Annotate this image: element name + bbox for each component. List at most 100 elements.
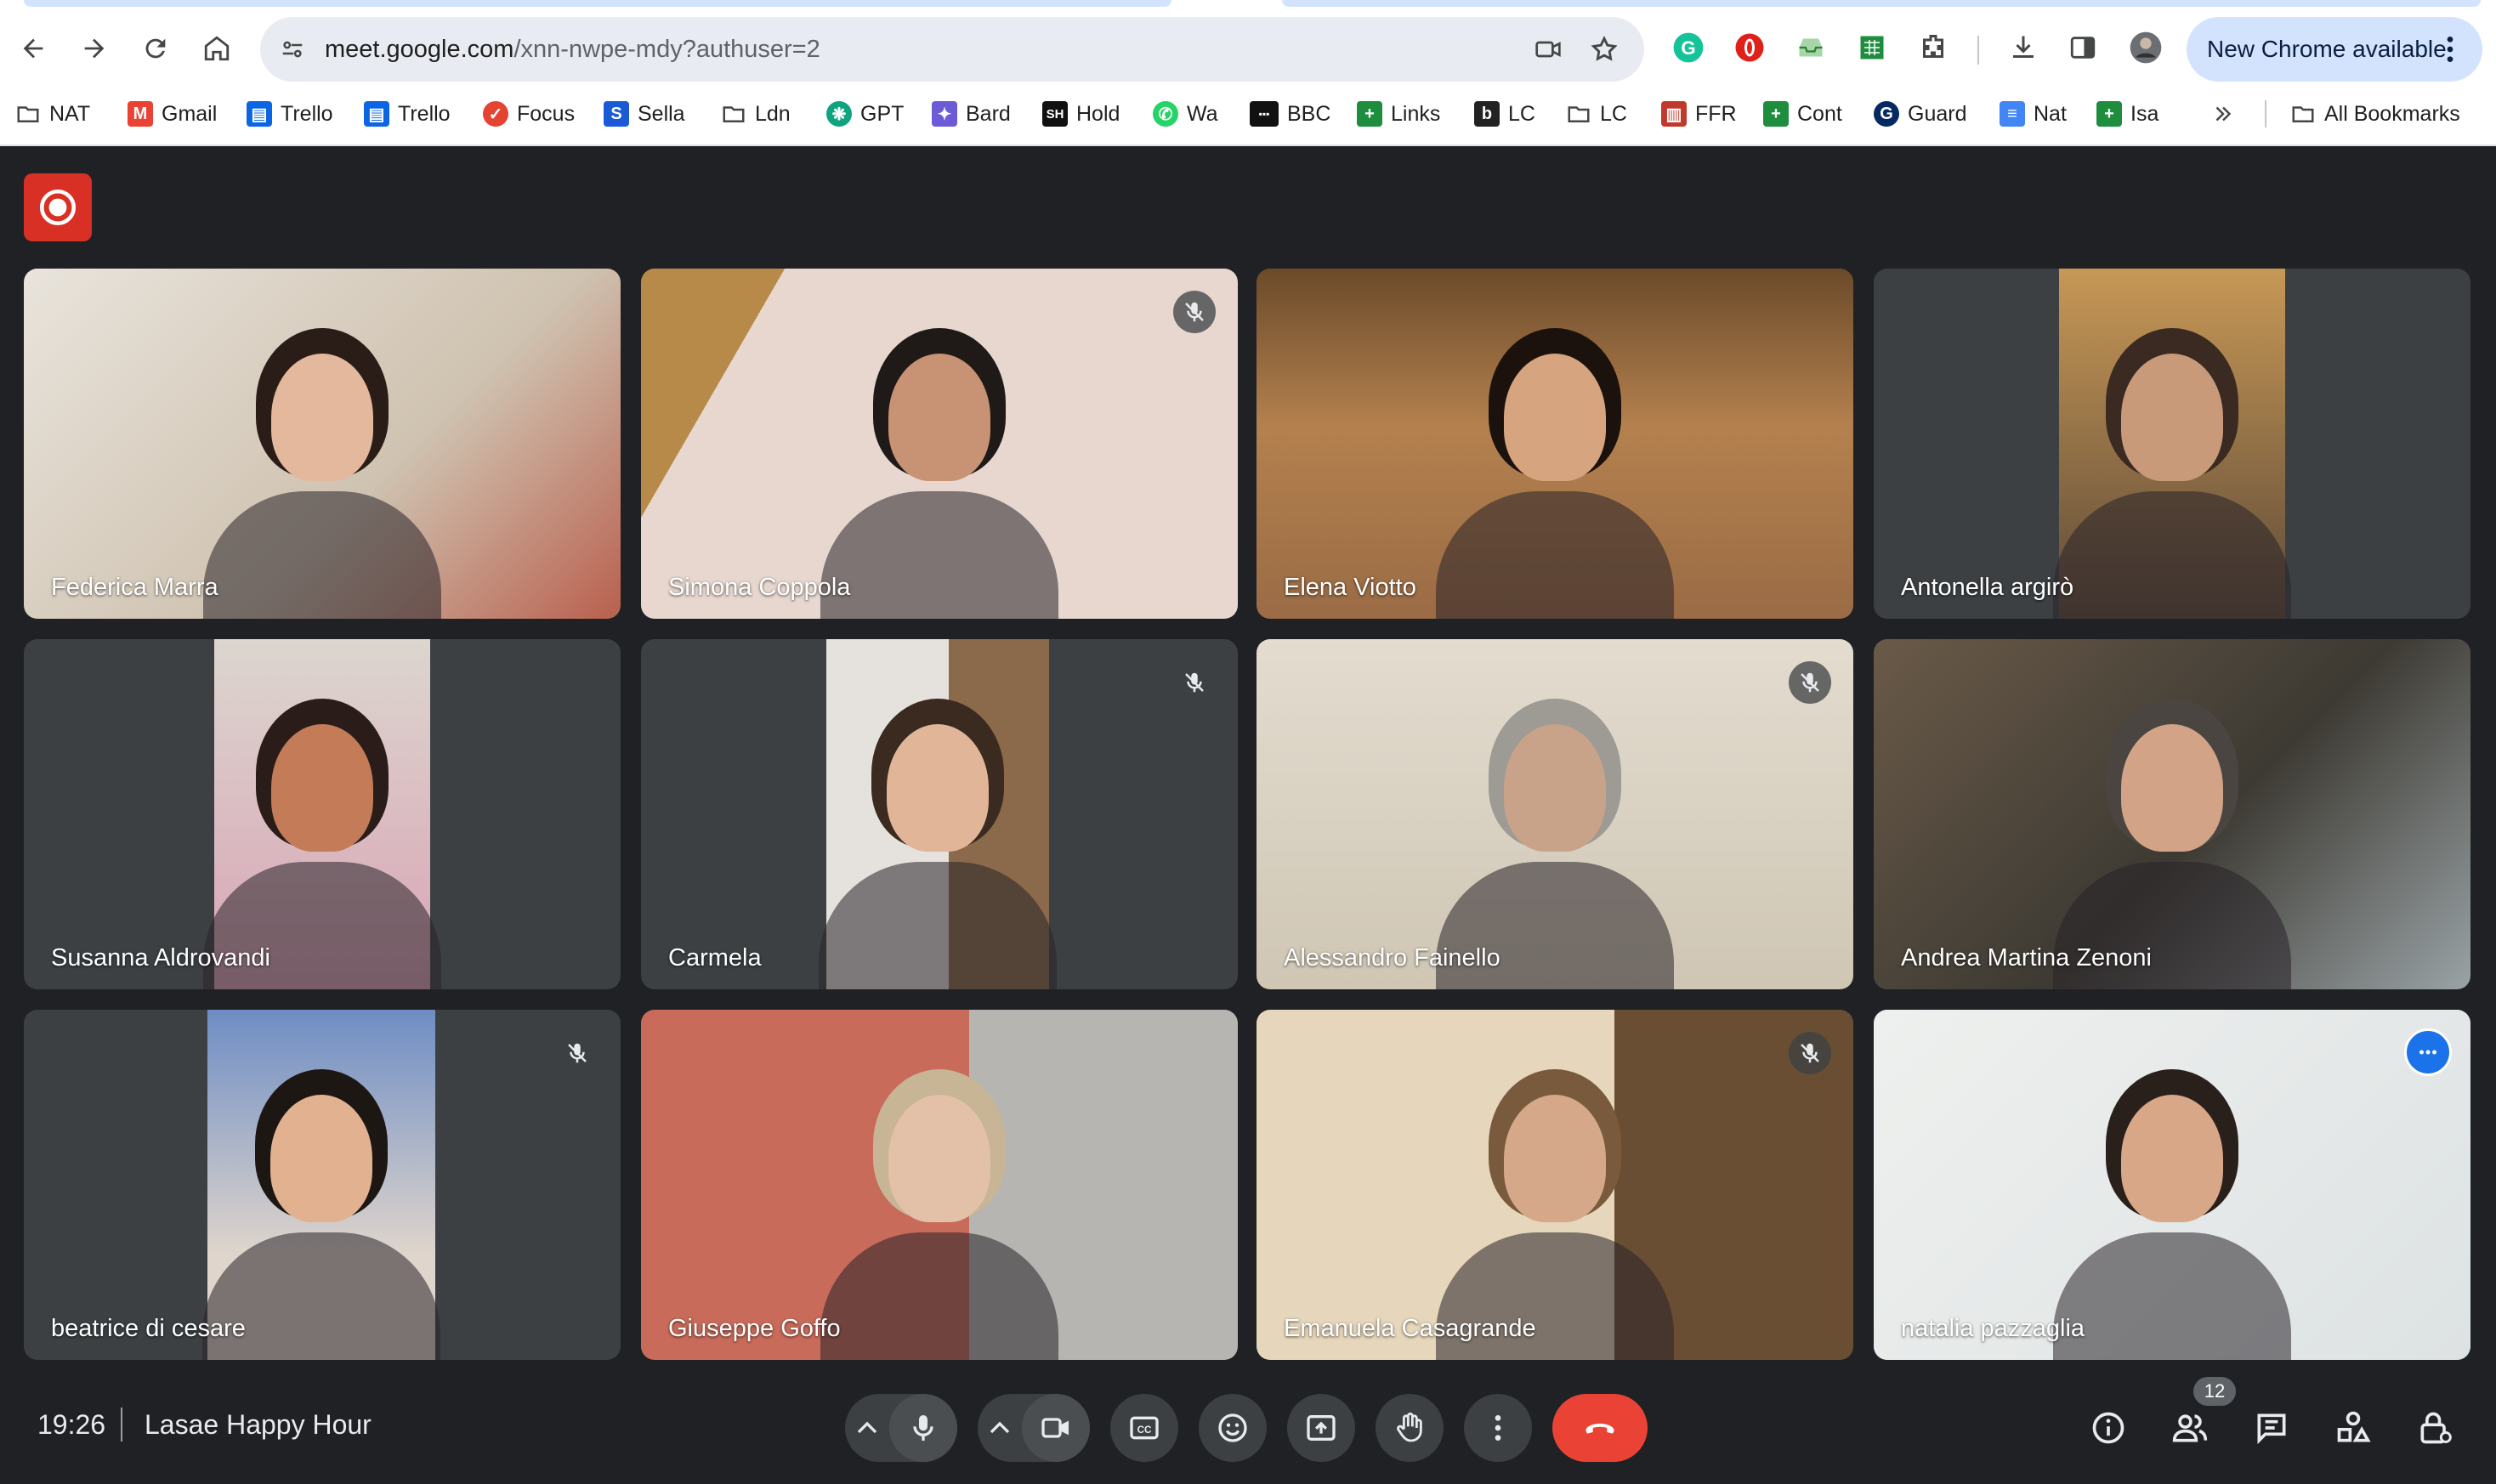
bookmark-nat[interactable]: ≡ Nat: [2000, 88, 2067, 139]
raise-hand-button[interactable]: [1376, 1394, 1444, 1462]
grammarly-extension-icon[interactable]: G: [1666, 25, 1710, 70]
more-vert-icon: [1495, 1415, 1501, 1441]
bookmark-wa[interactable]: ✆ Wa: [1153, 88, 1218, 139]
reactions-button[interactable]: [1199, 1394, 1267, 1462]
participant-face: [888, 354, 990, 481]
sheets-icon: +: [1357, 101, 1382, 127]
present-screen-button[interactable]: [1287, 1394, 1355, 1462]
participant-tile[interactable]: Emanuela Casagrande: [1257, 1010, 1853, 1360]
participant-tile[interactable]: Carmela: [641, 639, 1238, 989]
bookmark-isa[interactable]: + Isa: [2096, 88, 2158, 139]
bookmarks-overflow-icon[interactable]: [2210, 88, 2236, 139]
bookmark-label: Nat: [2034, 101, 2067, 126]
folder-icon: [15, 101, 41, 127]
participant-tile[interactable]: Alessandro Fainello: [1257, 639, 1853, 989]
forward-arrow-icon: [84, 38, 105, 59]
videocam-icon: [1041, 1418, 1069, 1438]
camera-in-use-icon[interactable]: [1532, 33, 1564, 65]
tile-options-button[interactable]: [2404, 1028, 2452, 1076]
bookmark-links[interactable]: + Links: [1357, 88, 1440, 139]
participant-tile[interactable]: Antonella argirò: [1874, 269, 2470, 619]
extensions-puzzle-icon[interactable]: [1911, 25, 1955, 70]
all-bookmarks-label: All Bookmarks: [2324, 101, 2460, 126]
participant-face: [270, 1095, 372, 1222]
bookmark-sella[interactable]: S Sella: [604, 88, 685, 139]
profile-avatar[interactable]: [2124, 25, 2168, 70]
bookmark-label: FFR: [1695, 101, 1737, 126]
participant-face: [271, 354, 373, 481]
bookmark-label: Bard: [966, 101, 1011, 126]
bookmark-gmail[interactable]: M Gmail: [128, 88, 217, 139]
bookmark-lc[interactable]: LC: [1566, 88, 1627, 139]
forward-button[interactable]: [70, 24, 119, 73]
bookmark-label: Gmail: [162, 101, 218, 126]
bookmark-bbc[interactable]: ▪▪▪ BBC: [1250, 88, 1330, 139]
participant-tile[interactable]: Simona Coppola: [641, 269, 1238, 619]
bookmark-ldn[interactable]: Ldn: [721, 88, 791, 139]
participant-body: [820, 491, 1058, 619]
participant-tile[interactable]: natalia pazzaglia: [1874, 1010, 2470, 1360]
participant-name: Carmela: [668, 944, 762, 971]
host-controls-button[interactable]: [2408, 1401, 2462, 1455]
participant-tile[interactable]: beatrice di cesare: [24, 1010, 621, 1360]
audio-settings-caret[interactable]: [845, 1394, 889, 1462]
trello-icon: ▤: [247, 101, 272, 127]
bookmarks-bar: NAT M Gmail ▤ Trello ▤ Trello ✓ Focus S Sella Ldn ❋ G…: [0, 88, 2496, 139]
bookmark-star-icon[interactable]: [1588, 33, 1620, 65]
all-bookmarks-button[interactable]: All Bookmarks: [2290, 88, 2460, 139]
url-text[interactable]: meet.google.com/xnn-nwpe-mdy?authuser=2: [325, 17, 820, 82]
adblock-extension-icon[interactable]: [1727, 25, 1772, 70]
meeting-clock: 19:26: [37, 1409, 106, 1440]
more-options-button[interactable]: [1464, 1394, 1532, 1462]
participant-tile[interactable]: Federica Marra: [24, 269, 621, 619]
bookmark-gpt[interactable]: ❋ GPT: [826, 88, 904, 139]
toolbar-divider: [1977, 36, 1979, 65]
recording-button[interactable]: [24, 173, 92, 241]
video-settings-caret[interactable]: [978, 1394, 1022, 1462]
sheets-icon: +: [1763, 101, 1789, 127]
participant-video: [203, 639, 441, 989]
spreadsheet-extension-icon[interactable]: [1850, 25, 1894, 70]
b-icon: b: [1474, 101, 1500, 127]
bookmark-trello[interactable]: ▤ Trello: [364, 88, 451, 139]
reload-button[interactable]: [131, 24, 180, 73]
participant-face: [2121, 724, 2223, 852]
meeting-details-button[interactable]: [2081, 1401, 2136, 1455]
participant-name: Simona Coppola: [668, 574, 851, 601]
back-button[interactable]: [9, 24, 58, 73]
activities-button[interactable]: [2326, 1401, 2380, 1455]
lock-person-icon: [2420, 1412, 2452, 1444]
participant-tile[interactable]: Andrea Martina Zenoni: [1874, 639, 2470, 989]
bookmark-nat[interactable]: NAT: [15, 88, 90, 139]
home-button[interactable]: [192, 24, 241, 73]
participant-tile[interactable]: Susanna Aldrovandi: [24, 639, 621, 989]
new-chrome-available-button[interactable]: New Chrome available: [2187, 17, 2482, 82]
participant-face: [2121, 1095, 2223, 1222]
docs-icon: ≡: [2000, 101, 2025, 127]
bookmark-focus[interactable]: ✓ Focus: [483, 88, 575, 139]
leave-call-button[interactable]: [1552, 1394, 1648, 1462]
bookmark-ffr[interactable]: ▥ FFR: [1661, 88, 1737, 139]
chrome-divider: [0, 144, 2496, 146]
bookmark-trello[interactable]: ▤ Trello: [247, 88, 333, 139]
bookmark-bard[interactable]: ✦ Bard: [932, 88, 1011, 139]
captions-button[interactable]: CC: [1110, 1394, 1178, 1462]
chat-button[interactable]: [2244, 1401, 2299, 1455]
microphone-button[interactable]: [889, 1394, 957, 1462]
gmail-icon: M: [128, 101, 153, 127]
participant-tile[interactable]: Giuseppe Goffo: [641, 1010, 1238, 1360]
bookmark-cont[interactable]: + Cont: [1763, 88, 1842, 139]
whatsapp-icon: ✆: [1153, 101, 1178, 127]
bookmark-guard[interactable]: G Guard: [1874, 88, 1966, 139]
download-icon[interactable]: [2001, 25, 2045, 70]
address-bar[interactable]: meet.google.com/xnn-nwpe-mdy?authuser=2: [260, 17, 1644, 82]
people-button[interactable]: [2163, 1401, 2217, 1455]
emoji-icon: [1218, 1413, 1247, 1442]
bookmark-lc[interactable]: b LC: [1474, 88, 1535, 139]
site-info-icon[interactable]: [275, 32, 309, 66]
inbox-extension-icon[interactable]: [1789, 25, 1833, 70]
side-panel-icon[interactable]: [2061, 25, 2105, 70]
participant-tile[interactable]: Elena Viotto: [1257, 269, 1853, 619]
camera-button[interactable]: [1022, 1394, 1090, 1462]
bookmark-hold[interactable]: SH Hold: [1042, 88, 1120, 139]
